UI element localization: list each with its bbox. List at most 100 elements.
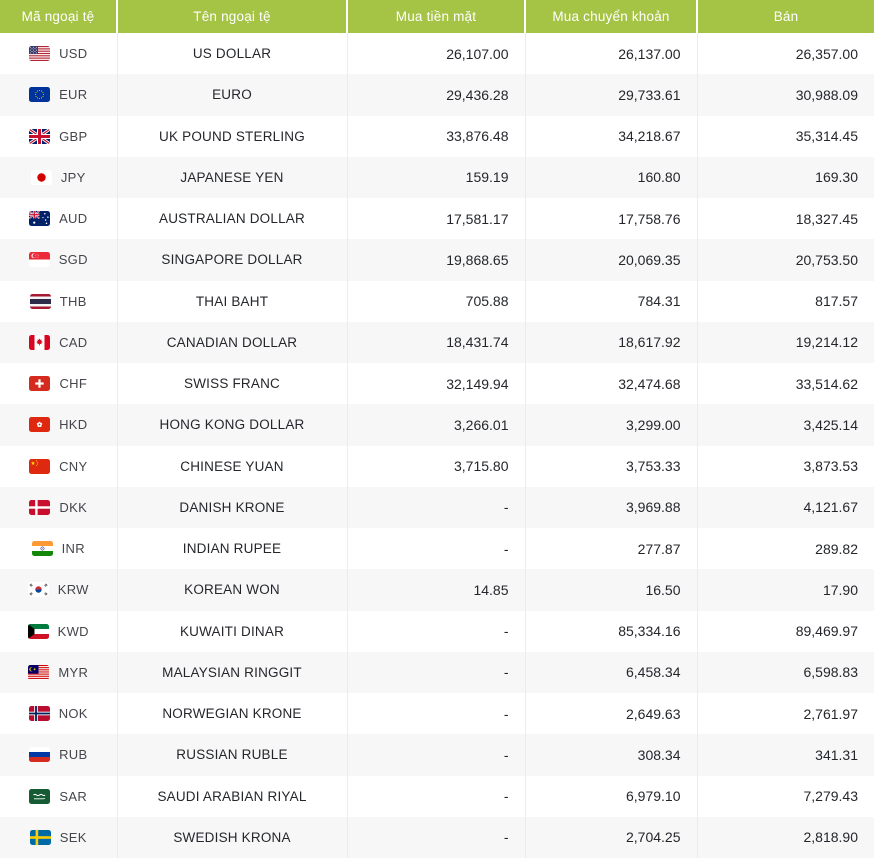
currency-code: SAR — [59, 788, 88, 804]
currency-name: CHINESE YUAN — [116, 445, 347, 487]
currency-code-cell: DKK — [0, 487, 117, 528]
currency-name: SWEDISH KRONA — [116, 816, 347, 858]
currency-code-cell: RUB — [0, 734, 117, 775]
table-row: SGD SINGAPORE DOLLAR 19,868.65 20,069.35 20,… — [0, 239, 874, 281]
exchange-rate-table: Mã ngoại tệ Tên ngoại tệ Mua tiền mặt Mu… — [0, 0, 874, 858]
table-row: INR INDIAN RUPEE -277.87 289.82 — [0, 528, 874, 570]
currency-code-cell: SGD — [0, 239, 117, 280]
currency-name: NORWEGIAN KRONE — [116, 693, 347, 735]
currency-code: KRW — [57, 582, 89, 598]
sweden-flag-icon — [29, 829, 51, 845]
currency-code-cell: CAD — [0, 322, 117, 363]
currency-name: MALAYSIAN RINGGIT — [116, 651, 347, 693]
transfer-buy-rate: 160.80 — [524, 156, 697, 198]
table-row: RUB RUSSIAN RUBLE -308.34 341.31 — [0, 734, 874, 776]
cash-buy-rate: - — [346, 775, 525, 817]
column-header-sell: Bán — [696, 0, 874, 33]
cash-buy-rate: 18,431.74 — [346, 321, 525, 363]
column-header-currency-code: Mã ngoại tệ — [0, 0, 117, 33]
cash-buy-rate: 29,436.28 — [346, 74, 525, 116]
currency-code: CAD — [59, 334, 88, 350]
us-flag-icon — [29, 46, 51, 62]
sell-rate: 2,818.90 — [696, 816, 874, 858]
hong-kong-flag-icon — [29, 417, 51, 433]
table-row: MYR MALAYSIAN RINGGIT -6,458.34 6,598.83 — [0, 651, 874, 693]
china-flag-icon — [29, 458, 51, 474]
table-row: GBP UK POUND STERLING 33,876.48 34,218.67 35… — [0, 115, 874, 157]
currency-code-cell: INR — [0, 528, 117, 569]
sell-rate: 169.30 — [696, 156, 874, 198]
uk-flag-icon — [29, 128, 51, 144]
transfer-buy-rate: 784.31 — [524, 280, 697, 322]
table-row: JPY JAPANESE YEN 159.19 160.80 169.30 — [0, 156, 874, 198]
transfer-buy-rate: 20,069.35 — [524, 239, 697, 281]
transfer-buy-rate: 32,474.68 — [524, 363, 697, 405]
currency-name: THAI BAHT — [116, 280, 347, 322]
sell-rate: 30,988.09 — [696, 74, 874, 116]
currency-code: USD — [59, 46, 88, 62]
transfer-buy-rate: 26,137.00 — [524, 33, 697, 75]
saudi-arabia-flag-icon — [29, 788, 51, 804]
transfer-buy-rate: 3,753.33 — [524, 445, 697, 487]
currency-code-cell: EUR — [0, 74, 117, 115]
sell-rate: 6,598.83 — [696, 651, 874, 693]
transfer-buy-rate: 2,704.25 — [524, 816, 697, 858]
transfer-buy-rate: 3,969.88 — [524, 486, 697, 528]
cash-buy-rate: 705.88 — [346, 280, 525, 322]
transfer-buy-rate: 29,733.61 — [524, 74, 697, 116]
currency-name: INDIAN RUPEE — [116, 528, 347, 570]
currency-name: SAUDI ARABIAN RIYAL — [116, 775, 347, 817]
currency-code-cell: CNY — [0, 446, 117, 487]
cash-buy-rate: - — [346, 610, 525, 652]
sell-rate: 89,469.97 — [696, 610, 874, 652]
currency-code-cell: SAR — [0, 776, 117, 817]
sell-rate: 3,873.53 — [696, 445, 874, 487]
sell-rate: 3,425.14 — [696, 404, 874, 446]
table-row: HKD HONG KONG DOLLAR 3,266.01 3,299.00 3,425… — [0, 404, 874, 446]
cash-buy-rate: 3,715.80 — [346, 445, 525, 487]
cash-buy-rate: - — [346, 651, 525, 693]
currency-name: JAPANESE YEN — [116, 156, 347, 198]
transfer-buy-rate: 17,758.76 — [524, 198, 697, 240]
table-row: CAD CANADIAN DOLLAR 18,431.74 18,617.92 19,2… — [0, 321, 874, 363]
currency-name: SINGAPORE DOLLAR — [116, 239, 347, 281]
sell-rate: 33,514.62 — [696, 363, 874, 405]
sell-rate: 18,327.45 — [696, 198, 874, 240]
table-row: SEK SWEDISH KRONA -2,704.25 2,818.90 — [0, 816, 874, 858]
currency-name: HONG KONG DOLLAR — [116, 404, 347, 446]
currency-code-cell: CHF — [0, 363, 117, 404]
currency-code-cell: GBP — [0, 116, 117, 157]
table-row: CNY CHINESE YUAN 3,715.80 3,753.33 3,873.53 — [0, 445, 874, 487]
currency-code: NOK — [58, 706, 88, 722]
cash-buy-rate: 33,876.48 — [346, 115, 525, 157]
currency-code: HKD — [59, 417, 88, 433]
india-flag-icon — [31, 541, 53, 557]
transfer-buy-rate: 308.34 — [524, 734, 697, 776]
currency-name: AUSTRALIAN DOLLAR — [116, 198, 347, 240]
thailand-flag-icon — [29, 293, 51, 309]
sell-rate: 341.31 — [696, 734, 874, 776]
currency-code-cell: HKD — [0, 404, 117, 445]
transfer-buy-rate: 277.87 — [524, 528, 697, 570]
currency-name: RUSSIAN RUBLE — [116, 734, 347, 776]
sell-rate: 4,121.67 — [696, 486, 874, 528]
currency-code-cell: AUD — [0, 198, 117, 239]
table-row: EUR EURO 29,436.28 29,733.61 30,988.09 — [0, 74, 874, 116]
table-row: CHF SWISS FRANC 32,149.94 32,474.68 33,514.6… — [0, 363, 874, 405]
transfer-buy-rate: 2,649.63 — [524, 693, 697, 735]
currency-code: INR — [61, 541, 85, 557]
column-header-transfer-buy: Mua chuyển khoản — [524, 0, 697, 33]
cash-buy-rate: 32,149.94 — [346, 363, 525, 405]
kuwait-flag-icon — [27, 623, 49, 639]
transfer-buy-rate: 18,617.92 — [524, 321, 697, 363]
cash-buy-rate: - — [346, 528, 525, 570]
cash-buy-rate: - — [346, 693, 525, 735]
currency-code: SEK — [59, 829, 87, 845]
cash-buy-rate: 17,581.17 — [346, 198, 525, 240]
currency-code-cell: THB — [0, 281, 117, 322]
currency-code: GBP — [59, 128, 88, 144]
russia-flag-icon — [29, 747, 51, 763]
currency-code-cell: USD — [0, 33, 117, 74]
column-header-currency-name: Tên ngoại tệ — [116, 0, 347, 33]
transfer-buy-rate: 16.50 — [524, 569, 697, 611]
